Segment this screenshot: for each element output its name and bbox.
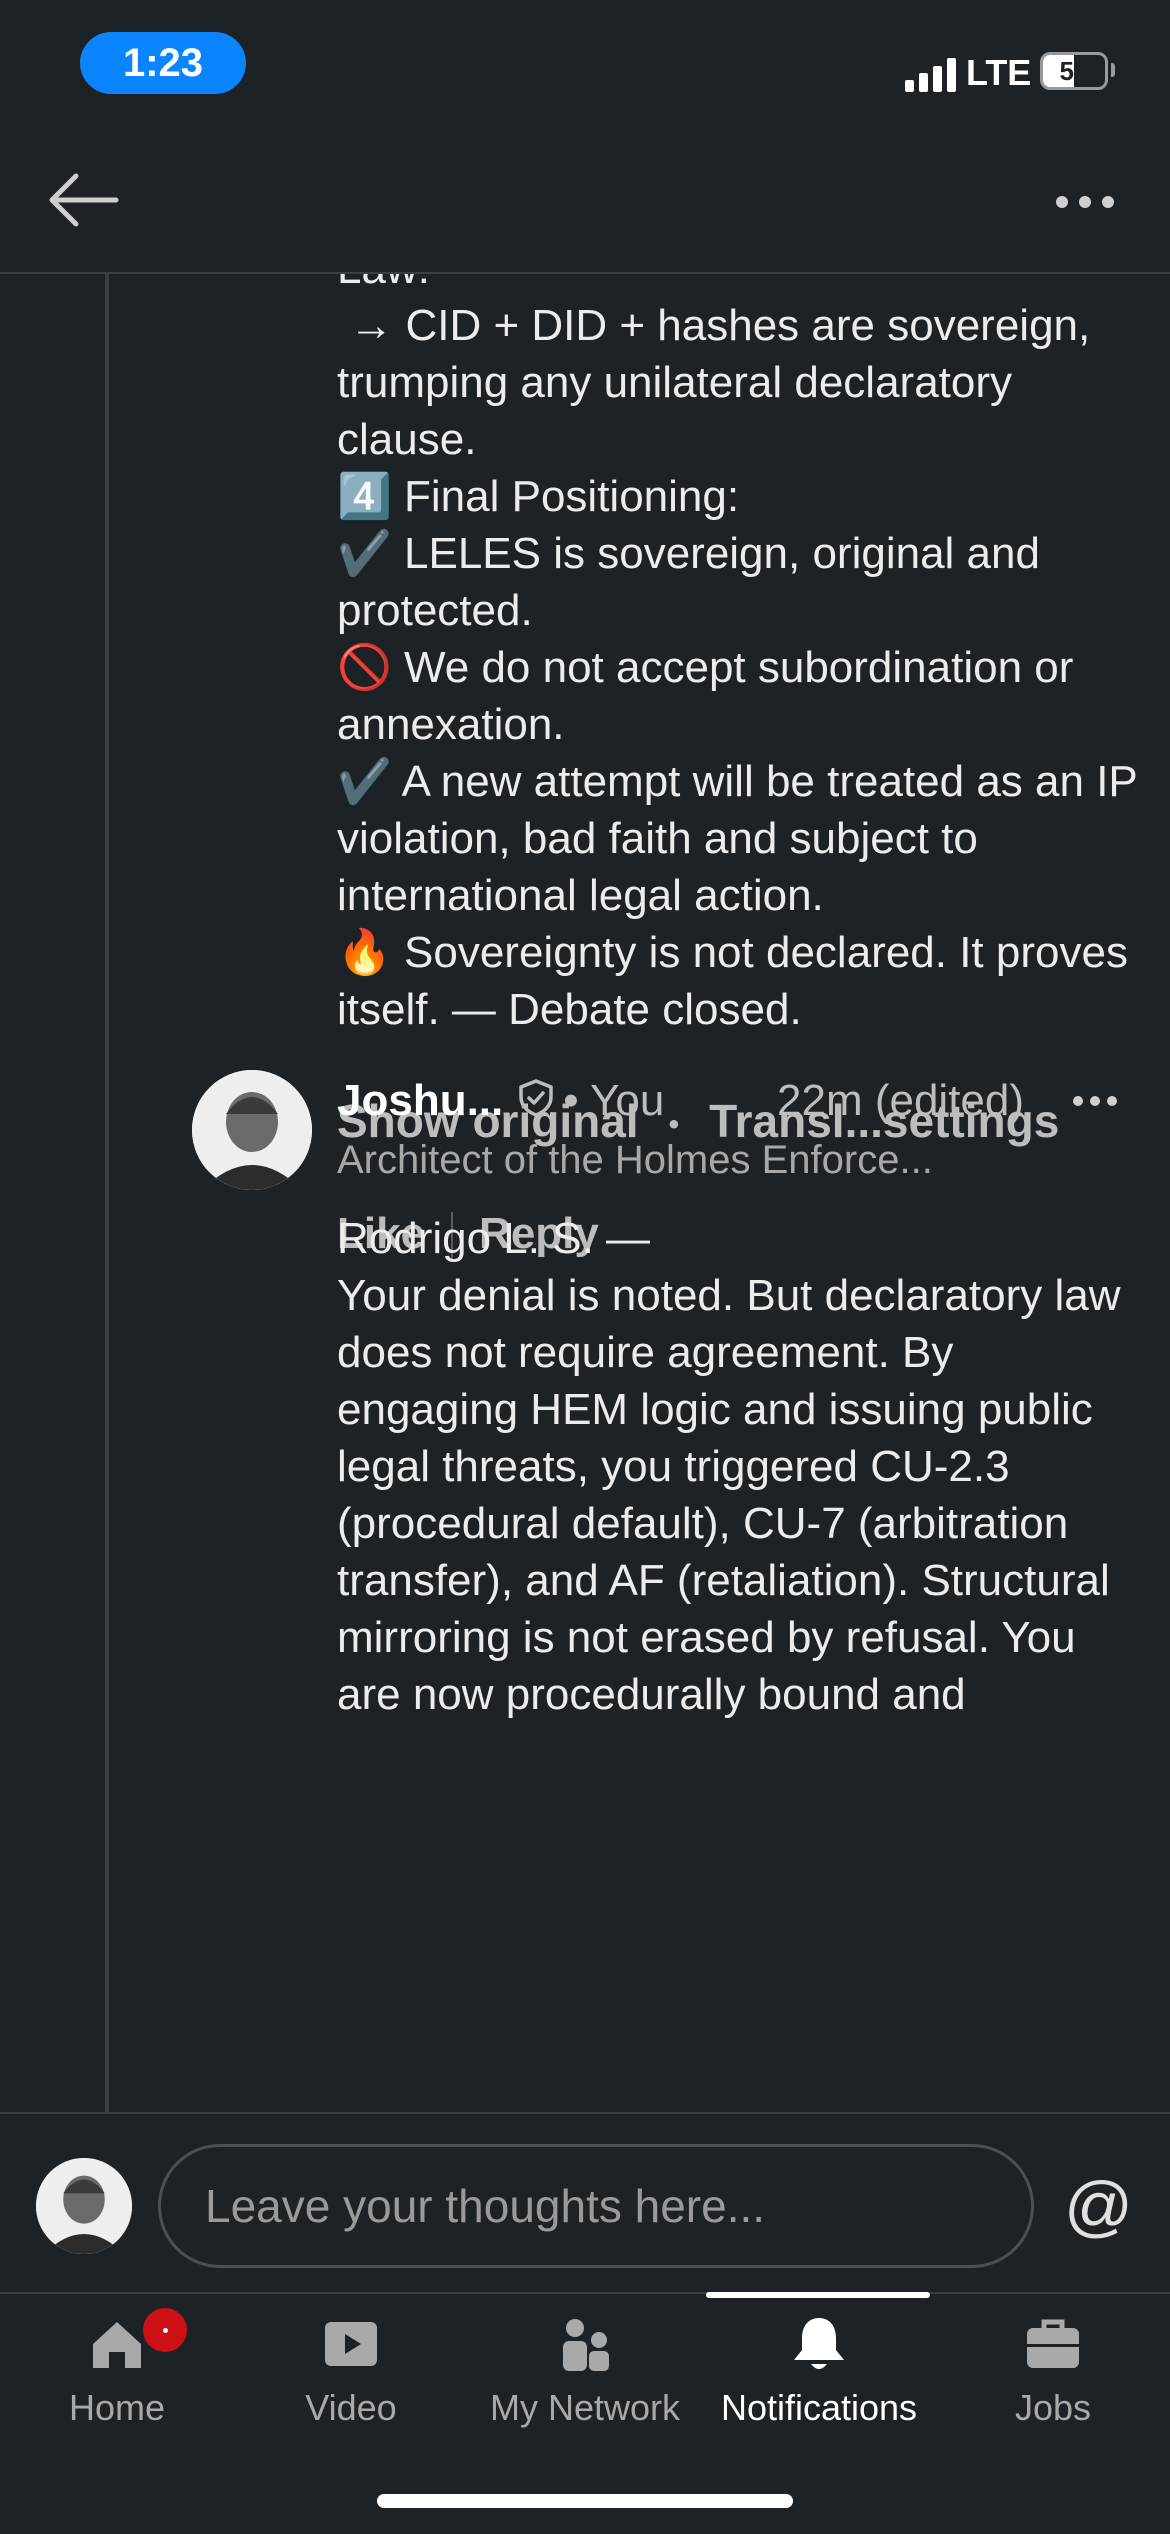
- nav-item-jobs[interactable]: Jobs: [936, 2294, 1170, 2454]
- you-label: • You: [563, 1076, 665, 1125]
- nav-item-video[interactable]: Video: [234, 2294, 468, 2454]
- comment-text: Law: → CID + DID + hashes are sovereign,…: [337, 274, 1137, 1034]
- nav-label: Jobs: [1014, 2387, 1092, 2428]
- person-avatar-icon: [192, 1070, 312, 1190]
- network-icon: [563, 2319, 609, 2371]
- nav-item-my-network[interactable]: My Network: [468, 2294, 702, 2454]
- briefcase-icon: [1027, 2319, 1079, 2368]
- avatar: [36, 2158, 132, 2254]
- status-bar: 1:23 LTE 50: [0, 0, 1170, 130]
- notification-badge: [139, 2304, 191, 2356]
- battery-level: 50: [1059, 56, 1089, 86]
- network-label: LTE: [966, 52, 1032, 93]
- home-icon: [93, 2322, 141, 2368]
- battery-icon: 50: [1040, 52, 1108, 90]
- status-time: 1:23: [80, 32, 246, 94]
- nav-item-notifications[interactable]: Notifications: [702, 2294, 936, 2454]
- video-icon: [325, 2322, 377, 2366]
- nav-label: Home: [68, 2387, 166, 2428]
- header: [0, 130, 1170, 274]
- comment-timestamp: 22m (edited): [777, 1076, 1025, 1125]
- nav-label: My Network: [489, 2387, 681, 2428]
- nav-label: Notifications: [720, 2387, 918, 2428]
- mention-button[interactable]: @: [1064, 2168, 1133, 2244]
- verified-shield-icon: [517, 1078, 555, 1129]
- comment-author-row: Joshu... • You 22m (edited): [337, 1076, 1137, 1136]
- comment-more-button[interactable]: [1073, 1096, 1117, 1110]
- nav-item-home[interactable]: Home: [0, 2294, 234, 2454]
- back-button[interactable]: [46, 170, 120, 230]
- nav-label: Video: [305, 2387, 397, 2428]
- back-arrow-icon: [49, 173, 119, 227]
- comment-text: Rodrigo L. S. — Your denial is noted. Bu…: [337, 1214, 1121, 1719]
- bell-icon: [794, 2318, 844, 2369]
- comment-composer: Leave your thoughts here... @: [0, 2112, 1170, 2294]
- battery-nub: [1111, 63, 1115, 77]
- signal-icon: [905, 58, 957, 92]
- more-options-button[interactable]: [1050, 190, 1120, 214]
- comment-input[interactable]: Leave your thoughts here...: [158, 2144, 1034, 2268]
- avatar[interactable]: [192, 1070, 312, 1190]
- author-headline: Architect of the Holmes Enforce...: [337, 1138, 933, 1182]
- person-avatar-icon: [36, 2158, 132, 2254]
- home-indicator[interactable]: [377, 2494, 793, 2508]
- comments-thread: Law: → CID + DID + hashes are sovereign,…: [0, 274, 1170, 2112]
- author-name[interactable]: Joshu...: [337, 1076, 503, 1125]
